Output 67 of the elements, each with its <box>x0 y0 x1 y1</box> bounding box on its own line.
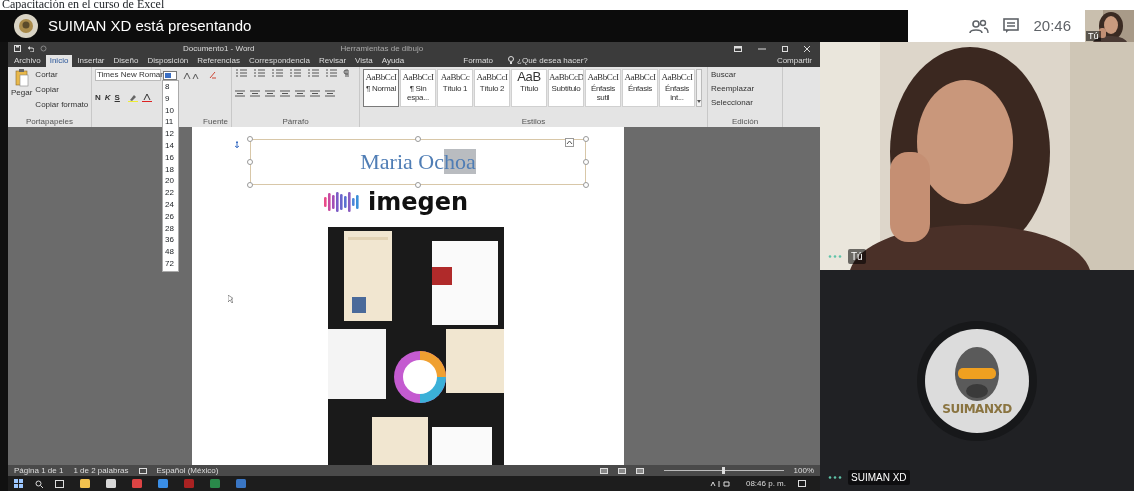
ribbon-tab[interactable]: Vista <box>351 55 377 67</box>
font-size-option[interactable]: 16 <box>165 151 178 164</box>
ribbon-tab[interactable]: Referencias <box>193 55 244 67</box>
logo-text: imegen <box>368 189 469 215</box>
ribbon-tab[interactable]: Insertar <box>73 55 109 67</box>
font-size-option[interactable]: 26 <box>165 210 178 223</box>
word-count: 1 de 2 palabras <box>73 464 129 477</box>
font-size-option[interactable]: 20 <box>165 175 178 188</box>
style-gallery-item[interactable]: AaBbCcI Énfasis int... <box>659 69 695 107</box>
style-gallery-item[interactable]: AaBbCcI Título 2 <box>474 69 510 107</box>
clipboard-command[interactable]: Copiar <box>35 84 89 96</box>
style-gallery-item[interactable]: AaBbCc Título 1 <box>437 69 473 107</box>
font-size-option[interactable]: 8 <box>165 81 178 93</box>
language-text[interactable]: Español (México) <box>156 464 219 477</box>
style-gallery-item[interactable]: AaBbCcI ¶ Normal <box>363 69 399 107</box>
ribbon-tab[interactable]: Revisar <box>314 55 351 67</box>
ribbon-tab[interactable]: Inicio <box>45 55 73 67</box>
ribbon-tab[interactable]: Ayuda <box>377 55 409 67</box>
font-size-option[interactable]: 48 <box>165 246 178 258</box>
group-label: Fuente <box>203 117 228 126</box>
style-gallery-item[interactable]: AaBbCcD Subtítulo <box>548 69 584 107</box>
style-gallery-item[interactable]: AaB Título <box>511 69 547 107</box>
clock-text: 20:46 <box>1033 15 1071 36</box>
paste-button[interactable]: Pegar <box>11 87 33 99</box>
zoom-level[interactable]: 100% <box>793 464 814 477</box>
share-button[interactable]: Compartir <box>772 55 816 67</box>
editing-command[interactable]: Seleccionar <box>711 97 779 109</box>
font-size-option[interactable]: 10 <box>165 104 178 117</box>
format-button[interactable]: N <box>95 92 101 104</box>
participant-name: Tú <box>848 249 866 264</box>
editing-command[interactable]: Reemplazar <box>711 83 779 95</box>
taskbar-clock: 08:46 p. m. <box>745 477 786 490</box>
font-size-option[interactable]: 36 <box>165 234 178 247</box>
caption-text: Capacitación en el curso de Excel <box>1 0 166 10</box>
format-button[interactable]: K <box>104 92 111 104</box>
avatar-text: SUIMANXD <box>942 401 1012 416</box>
font-size-option[interactable]: 9 <box>165 92 178 105</box>
font-size-option[interactable]: 18 <box>165 163 178 176</box>
ribbon-tab[interactable]: Correspondencia <box>245 55 314 67</box>
font-size-option[interactable]: 12 <box>165 128 178 140</box>
ribbon-tab[interactable]: Diseño <box>109 55 143 67</box>
ribbon-tab[interactable]: Archivo <box>10 55 45 67</box>
group-label: Edición <box>731 117 759 126</box>
editing-command[interactable]: Buscar <box>711 69 779 81</box>
font-size-option[interactable]: 22 <box>165 187 178 199</box>
style-gallery-item[interactable]: AaBbCcI ¶ Sin espa... <box>400 69 436 107</box>
style-gallery-item[interactable]: AaBbCcI Énfasis <box>622 69 658 107</box>
tell-me-field[interactable]: ¿Qué desea hacer? <box>517 55 592 67</box>
ribbon-tab[interactable]: Formato <box>459 55 498 67</box>
clipboard-command[interactable]: Cortar <box>35 69 89 81</box>
group-label: Portapapeles <box>25 117 74 126</box>
font-size-option[interactable]: 14 <box>165 140 178 152</box>
page-count: Página 1 de 1 <box>14 464 64 477</box>
format-button[interactable]: S <box>114 92 120 104</box>
participant-name: SUIMAN XD <box>848 470 910 485</box>
clipboard-command[interactable]: Copiar formato <box>35 99 89 111</box>
context-header: Herramientas de dibujo <box>340 42 424 55</box>
font-size-option[interactable]: 72 <box>165 257 178 270</box>
font-size-option[interactable]: 11 <box>165 116 178 129</box>
ribbon-tab[interactable]: Disposición <box>143 55 193 67</box>
font-size-option[interactable]: 28 <box>165 222 178 235</box>
presenter-label: SUIMAN XD está presentando <box>48 15 252 36</box>
font-size-option[interactable]: 24 <box>165 198 178 211</box>
style-gallery-item[interactable]: AaBbCcI Énfasis sutil <box>585 69 621 107</box>
document-title: Documento1 - Word <box>183 42 255 55</box>
group-label: Párrafo <box>282 117 309 126</box>
group-label: Estilos <box>521 117 546 126</box>
